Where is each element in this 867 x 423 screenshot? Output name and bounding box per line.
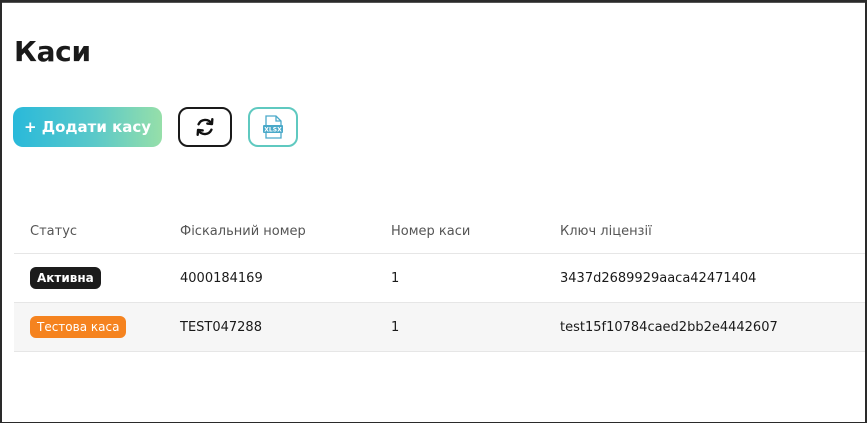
status-badge: Тестова каса [30, 316, 127, 338]
page-title: Каси [14, 35, 91, 68]
column-header-register-number[interactable]: Номер каси [391, 209, 470, 253]
add-register-button[interactable]: + Додати касу [13, 107, 162, 147]
fiscal-number-cell: 4000184169 [180, 270, 263, 286]
xlsx-file-icon: XLSX [263, 115, 283, 139]
column-header-status[interactable]: Статус [30, 209, 77, 253]
column-header-license-key[interactable]: Ключ ліцензії [560, 209, 652, 253]
status-cell: Тестова каса [30, 303, 127, 351]
register-number-cell: 1 [391, 319, 400, 335]
license-key-cell: test15f10784caed2bb2e4442607 [560, 319, 778, 335]
xlsx-icon-label: XLSX [264, 126, 282, 133]
table-header-row: Статус Фіскальний номер Номер каси Ключ … [14, 209, 865, 254]
registers-table: Статус Фіскальний номер Номер каси Ключ … [14, 209, 865, 352]
table-row[interactable]: Активна 4000184169 1 3437d2689929aaca424… [14, 254, 865, 303]
toolbar: + Додати касу XLSX [13, 107, 298, 147]
status-cell: Активна [30, 254, 101, 302]
table-row[interactable]: Тестова каса TEST047288 1 test15f10784ca… [14, 303, 865, 352]
app-window: Каси + Додати касу XLSX Статус Фіскальни… [2, 2, 865, 422]
refresh-icon [196, 118, 214, 136]
refresh-button[interactable] [178, 107, 232, 147]
column-header-fiscal-number[interactable]: Фіскальний номер [180, 209, 306, 253]
license-key-cell: 3437d2689929aaca42471404 [560, 270, 757, 286]
status-badge: Активна [30, 267, 101, 289]
fiscal-number-cell: TEST047288 [180, 319, 262, 335]
export-xlsx-button[interactable]: XLSX [248, 107, 298, 147]
register-number-cell: 1 [391, 270, 400, 286]
